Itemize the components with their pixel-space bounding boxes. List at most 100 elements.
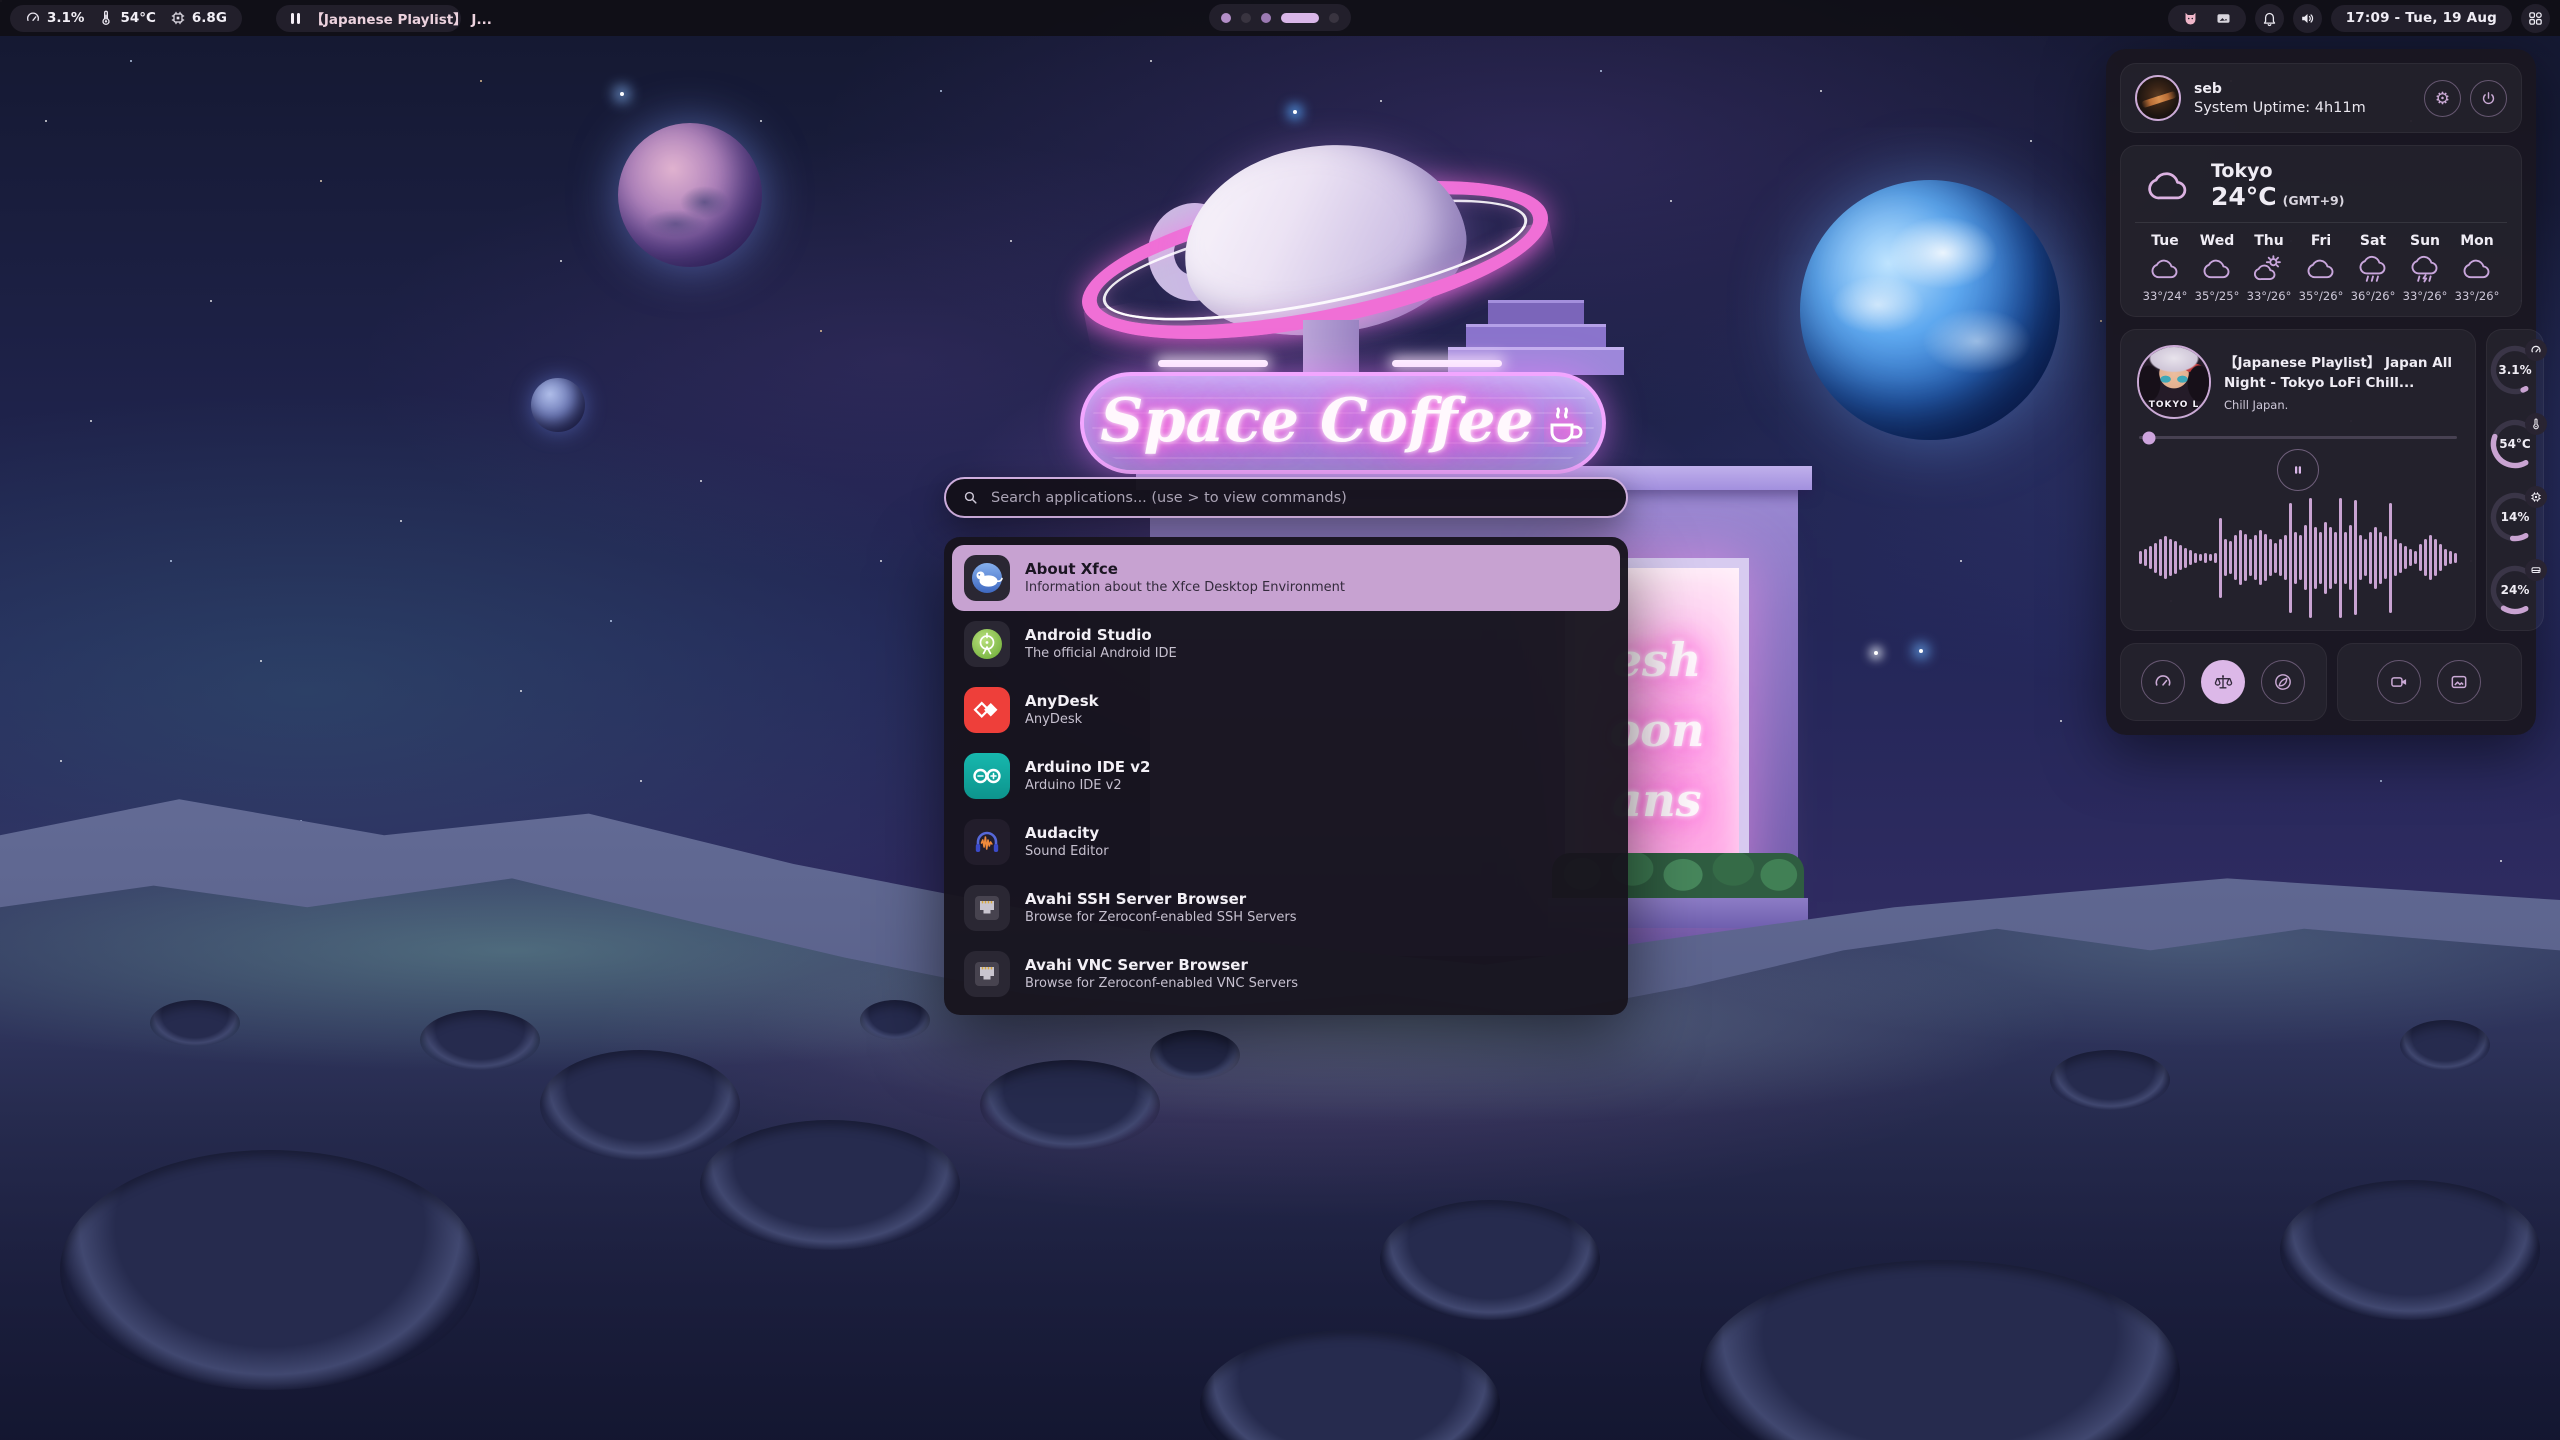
desktop: esh oon ans Space Coffee (0, 0, 2560, 1440)
bright-star (1874, 651, 1878, 655)
workspace-dot-occupied2[interactable] (1261, 13, 1271, 23)
app-results-list: About Xfce Information about the Xfce De… (944, 537, 1628, 1015)
screen-record-button[interactable] (2377, 660, 2421, 704)
sign-light-tube (1158, 360, 1268, 367)
workspace-dot-empty[interactable] (1329, 13, 1339, 23)
forecast-row: Tue33°/24° Wed35°/25° Thu33°/26° Fri35°/… (2139, 233, 2503, 303)
search-input[interactable] (989, 489, 1610, 507)
now-playing-pill[interactable]: 【Japanese Playlist】 J... (276, 5, 461, 32)
weather-temp: 24°C (2211, 182, 2277, 211)
forecast-icon (2358, 254, 2388, 284)
clock[interactable]: 17:09 - Tue, 19 Aug (2331, 5, 2512, 32)
settings-button[interactable]: ⚙ (2424, 80, 2461, 117)
pause-icon (2289, 461, 2307, 479)
scales-icon (2213, 672, 2233, 692)
divider (2135, 222, 2507, 223)
app-row-avahi-vnc[interactable]: Avahi VNC Server Browser Browse for Zero… (952, 941, 1620, 1007)
small-planet (531, 378, 585, 432)
dashboard-panel: seb System Uptime: 4h11m ⚙ Tokyo 24°C(GM… (2106, 49, 2536, 735)
app-row-about-xfce[interactable]: About Xfce Information about the Xfce De… (952, 545, 1620, 611)
forecast-day: Tue33°/24° (2139, 233, 2191, 303)
speedometer-icon (25, 10, 41, 26)
album-art-text: TOKYO L (2139, 400, 2209, 410)
balanced-mode-button[interactable] (2201, 660, 2245, 704)
planet-earth (1800, 180, 2060, 440)
powersave-mode-button[interactable] (2261, 660, 2305, 704)
bell-icon (2261, 10, 2278, 27)
forecast-icon (2254, 254, 2284, 284)
bright-star (1293, 110, 1297, 114)
track-title: 【Japanese Playlist】 Japan All Night - To… (2224, 353, 2459, 394)
weather-card: Tokyo 24°C(GMT+9) Tue33°/24° Wed35°/25° … (2120, 145, 2522, 317)
app-row-android-studio[interactable]: Android Studio The official Android IDE (952, 611, 1620, 677)
cup-pedestal (1303, 320, 1359, 380)
video-camera-icon (2389, 672, 2409, 692)
roof-tier (1488, 300, 1584, 326)
app-grid-button[interactable] (2521, 4, 2550, 33)
app-row-anydesk[interactable]: AnyDesk AnyDesk (952, 677, 1620, 743)
temp-stat: 54°C (98, 10, 155, 26)
audio-visualizer (2137, 495, 2459, 620)
weather-city: Tokyo (2211, 161, 2344, 183)
track-subtitle: Chill Japan. (2224, 398, 2459, 412)
workspace-dot-empty[interactable] (1241, 13, 1251, 23)
notifications-bell-button[interactable] (2255, 4, 2284, 33)
seek-thumb[interactable] (2142, 431, 2155, 444)
gear-icon: ⚙ (2435, 90, 2450, 107)
image-icon (2449, 672, 2469, 692)
app-launcher: About Xfce Information about the Xfce De… (944, 477, 1628, 1015)
anydesk-icon (964, 687, 1010, 733)
app-row-audacity[interactable]: Audacity Sound Editor (952, 809, 1620, 875)
username: seb (2194, 80, 2366, 100)
forecast-day: Fri35°/26° (2295, 233, 2347, 303)
network-port-icon (964, 885, 1010, 931)
app-row-arduino[interactable]: Arduino IDE v2 Arduino IDE v2 (952, 743, 1620, 809)
volume-button[interactable] (2293, 4, 2322, 33)
speedometer-icon (2153, 672, 2173, 692)
forecast-day: Mon33°/26° (2451, 233, 2503, 303)
thermometer-icon (2525, 413, 2547, 435)
leaf-icon (2273, 672, 2293, 692)
weather-cloud-icon (2139, 164, 2197, 208)
power-profile-switcher (2120, 643, 2327, 721)
audacity-icon (964, 819, 1010, 865)
system-stats-pill[interactable]: 3.1% 54°C 6.8G (10, 5, 242, 32)
wallpaper-button[interactable] (2437, 660, 2481, 704)
network-port-icon (964, 951, 1010, 997)
forecast-icon (2462, 254, 2492, 284)
pause-icon (291, 13, 301, 24)
search-icon (962, 489, 979, 506)
screenshot-icon[interactable] (2215, 10, 2232, 27)
forecast-day: Thu33°/26° (2243, 233, 2295, 303)
xfce-icon (964, 555, 1010, 601)
cat-icon[interactable] (2182, 10, 2199, 27)
seek-bar[interactable] (2139, 436, 2457, 439)
forecast-day: Sun33°/26° (2399, 233, 2451, 303)
forecast-day: Wed35°/25° (2191, 233, 2243, 303)
system-tray (2168, 5, 2246, 32)
speedometer-icon (2525, 339, 2547, 361)
neon-sign: Space Coffee (1080, 372, 1606, 474)
app-row-avahi-ssh[interactable]: Avahi SSH Server Browser Browse for Zero… (952, 875, 1620, 941)
power-button[interactable] (2470, 80, 2507, 117)
thermometer-icon (98, 10, 114, 26)
app-grid-icon (2527, 10, 2544, 27)
play-pause-button[interactable] (2277, 449, 2319, 491)
bright-star (1919, 649, 1923, 653)
now-playing-text: 【Japanese Playlist】 J... (310, 8, 491, 28)
purple-planet (618, 123, 762, 267)
system-uptime: System Uptime: 4h11m (2194, 100, 2366, 116)
performance-mode-button[interactable] (2141, 660, 2185, 704)
disk-gauge: 24% (2487, 562, 2543, 618)
chip-icon (2525, 486, 2547, 508)
android-studio-icon (964, 621, 1010, 667)
forecast-icon (2150, 254, 2180, 284)
workspace-dot-occupied[interactable] (1221, 13, 1231, 23)
arduino-icon (964, 753, 1010, 799)
forecast-day: Sat36°/26° (2347, 233, 2399, 303)
search-bar[interactable] (944, 477, 1628, 518)
avatar (2135, 75, 2181, 121)
power-icon (2480, 90, 2497, 107)
system-gauges: 3.1% 54°C 14% 24% (2486, 329, 2544, 631)
workspace-dot-active[interactable] (1281, 13, 1319, 23)
